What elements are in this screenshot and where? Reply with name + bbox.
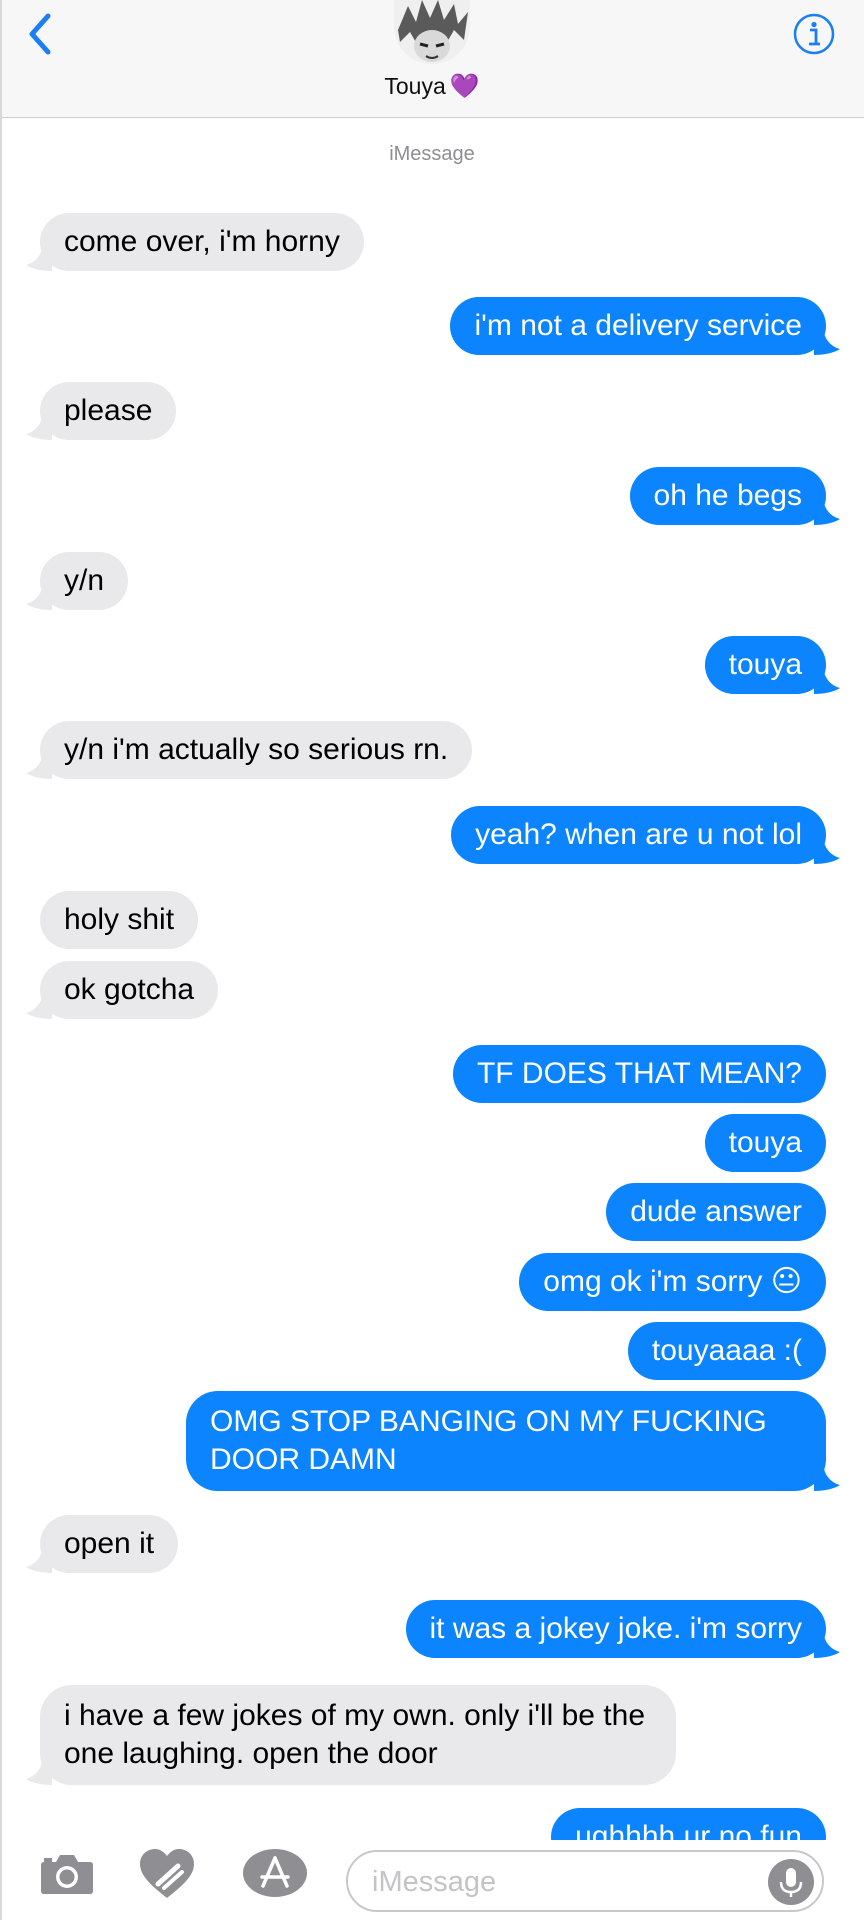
info-icon[interactable] — [792, 12, 836, 56]
message-text: oh he begs — [653, 479, 802, 512]
avatar-image — [394, 0, 470, 64]
message-bubble-incoming[interactable]: ok gotcha — [26, 961, 219, 1019]
message-text: i'm not a delivery service — [474, 309, 802, 342]
bubble-tail — [814, 842, 840, 864]
microphone-button[interactable] — [768, 1859, 814, 1905]
window-edge — [0, 0, 2, 1920]
message-text: come over, i'm horny — [64, 225, 340, 258]
bubble-tail — [814, 333, 840, 355]
bubble-tail — [814, 1636, 840, 1658]
message-text: i have a few jokes of my own. only i'll … — [64, 1699, 646, 1770]
message-text: y/n — [64, 564, 105, 597]
contact-name-text: Touya — [384, 73, 446, 99]
message-bubble-incoming[interactable]: y/n — [26, 552, 129, 610]
bubble-tail — [26, 997, 52, 1019]
message-bubble-outgoing[interactable]: omg ok i'm sorry 😐 — [519, 1253, 826, 1311]
message-bubble-outgoing[interactable]: ughhhh ur no fun — [551, 1808, 826, 1840]
message-text: it was a jokey joke. i'm sorry — [429, 1612, 803, 1645]
digital-touch-icon[interactable] — [138, 1848, 196, 1900]
bubble-tail — [814, 672, 840, 694]
message-text: holy shit — [64, 903, 175, 936]
message-bubble-outgoing[interactable]: OMG STOP BANGING ON MY FUCKING DOOR DAMN — [186, 1391, 840, 1491]
purple-heart-emoji: 💜 — [449, 73, 480, 100]
message-bubble-incoming[interactable]: open it — [26, 1515, 179, 1573]
back-chevron-icon[interactable] — [22, 10, 58, 58]
message-text: omg ok i'm sorry 😐 — [543, 1265, 802, 1298]
message-bubble-outgoing[interactable]: it was a jokey joke. i'm sorry — [405, 1600, 840, 1658]
message-text: ughhhh ur no fun — [575, 1820, 802, 1840]
message-bubble-outgoing[interactable]: yeah? when are u not lol — [451, 806, 840, 864]
message-input[interactable]: iMessage — [346, 1850, 824, 1912]
message-text: touya — [728, 648, 802, 681]
message-text: open it — [64, 1527, 155, 1560]
message-text: please — [64, 394, 153, 427]
message-input-placeholder: iMessage — [372, 1866, 497, 1898]
camera-icon[interactable] — [38, 1848, 96, 1898]
avatar[interactable] — [394, 0, 470, 64]
bubble-tail — [814, 503, 840, 525]
bubble-tail — [26, 249, 52, 271]
message-bubble-incoming[interactable]: y/n i'm actually so serious rn. — [26, 721, 473, 779]
message-bubble-incoming[interactable]: please — [26, 382, 177, 440]
message-text: touyaaaa :( — [651, 1334, 802, 1367]
bubble-tail — [26, 588, 52, 610]
message-text: TF DOES THAT MEAN? — [476, 1057, 802, 1090]
contact-name[interactable]: Touya 💜 — [0, 72, 864, 101]
bubble-tail — [26, 1763, 52, 1785]
bubble-tail — [26, 757, 52, 779]
message-text: ok gotcha — [64, 973, 195, 1006]
message-bubble-incoming[interactable]: i have a few jokes of my own. only i'll … — [26, 1685, 676, 1785]
message-bubble-outgoing[interactable]: oh he begs — [629, 467, 840, 525]
bubble-tail — [814, 1469, 840, 1491]
message-bubble-outgoing[interactable]: touya — [704, 1114, 826, 1172]
message-bubble-outgoing[interactable]: dude answer — [606, 1183, 826, 1241]
conversation-header: Touya 💜 — [0, 0, 864, 118]
app-store-icon[interactable] — [242, 1848, 308, 1898]
message-bubble-outgoing[interactable]: TF DOES THAT MEAN? — [452, 1045, 826, 1103]
message-text: touya — [728, 1126, 802, 1159]
service-label: iMessage — [389, 143, 475, 165]
message-bubble-outgoing[interactable]: i'm not a delivery service — [450, 297, 840, 355]
message-thread[interactable]: iMessage come over, i'm horny i'm not a … — [0, 0, 864, 1840]
message-text: dude answer — [630, 1195, 802, 1228]
message-text: OMG STOP BANGING ON MY FUCKING DOOR DAMN — [210, 1405, 767, 1476]
message-text: y/n i'm actually so serious rn. — [64, 733, 449, 766]
message-bubble-incoming[interactable]: holy shit — [40, 891, 199, 949]
message-bubble-outgoing[interactable]: touya — [704, 636, 840, 694]
bubble-tail — [26, 1551, 52, 1573]
message-bubble-outgoing[interactable]: touyaaaa :( — [627, 1322, 826, 1380]
message-text: yeah? when are u not lol — [475, 818, 802, 851]
message-bubble-incoming[interactable]: come over, i'm horny — [26, 213, 364, 271]
bubble-tail — [26, 418, 52, 440]
microphone-icon — [779, 1868, 803, 1897]
